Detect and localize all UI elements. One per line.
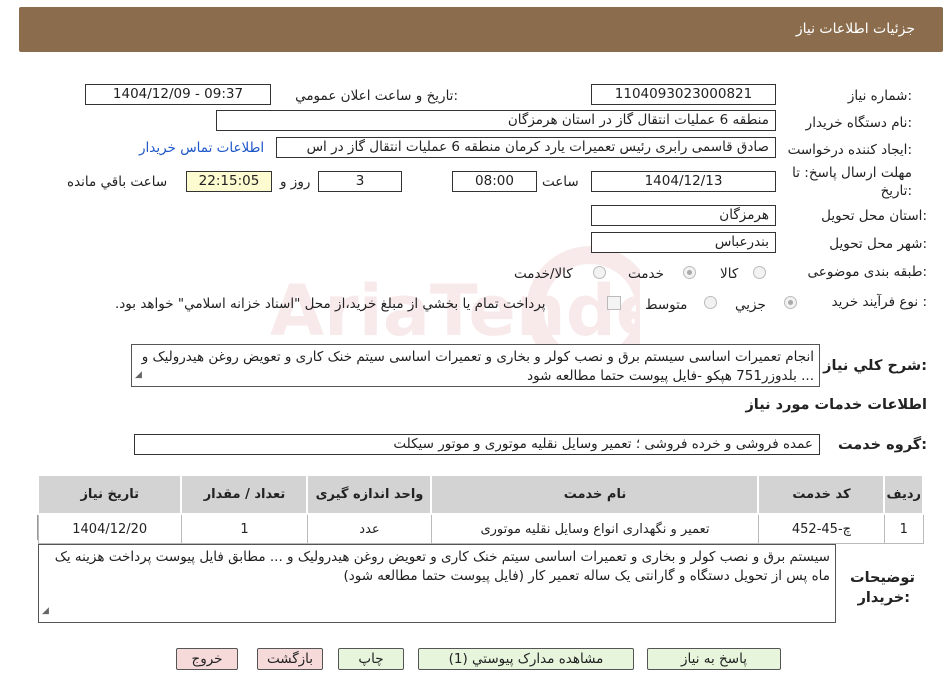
cell-unit: عدد bbox=[306, 513, 432, 544]
exit-button[interactable]: خروج bbox=[176, 648, 238, 670]
services-table: رديف كد خدمت نام خدمت واحد اندازه گيری ت… bbox=[36, 474, 924, 544]
days-field: 3 bbox=[318, 171, 402, 192]
summary-text: انجام تعمیرات اساسی سیستم برق و نصب کولر… bbox=[141, 349, 814, 384]
announce-datetime-label: تاریخ و ساعت اعلان عمومي: bbox=[295, 88, 458, 104]
buyer-notes-text: سیستم برق و نصب کولر و بخاری و تعمیرات ا… bbox=[54, 549, 830, 584]
col-row-number: رديف bbox=[883, 474, 924, 515]
province-field: هرمزگان bbox=[591, 205, 776, 226]
page-header: جزئیات اطلاعات نیاز bbox=[19, 7, 943, 52]
deadline-time-field: 08:00 bbox=[452, 171, 537, 192]
process-partial-radio[interactable] bbox=[784, 296, 797, 309]
requester-label: ايجاد كننده درخواست: bbox=[787, 142, 912, 158]
buyer-org-field: منطقه 6 عملیات انتقال گاز در استان هرمزگ… bbox=[216, 110, 776, 131]
need-number-field: 1104093023000821 bbox=[591, 84, 776, 105]
col-need-date: تاريخ نياز bbox=[36, 474, 183, 515]
resize-grip-icon[interactable]: ◢ bbox=[42, 602, 49, 621]
province-label: استان محل تحويل: bbox=[821, 208, 927, 224]
col-quantity: تعداد / مقدار bbox=[180, 474, 309, 515]
category-goods-label: كالا bbox=[720, 266, 739, 282]
category-service-label: خدمت bbox=[628, 266, 664, 282]
requester-field: صادق قاسمی رابری رئیس تعمیرات یارد کرمان… bbox=[276, 137, 776, 158]
category-service-radio[interactable] bbox=[683, 266, 696, 279]
cell-need-date: 1404/12/20 bbox=[37, 513, 182, 544]
respond-button[interactable]: پاسخ به نياز bbox=[647, 648, 781, 670]
category-label: طبقه بندی موضوعی: bbox=[807, 264, 927, 280]
col-service-name: نام خدمت bbox=[430, 474, 760, 515]
deadline-time-label: ساعت bbox=[542, 174, 579, 190]
days-and-label: روز و bbox=[280, 174, 311, 190]
col-service-code: كد خدمت bbox=[757, 474, 886, 515]
col-unit: واحد اندازه گيری bbox=[306, 474, 433, 515]
cell-row-number: 1 bbox=[883, 513, 924, 544]
page-title: جزئیات اطلاعات نیاز bbox=[795, 21, 915, 37]
announce-datetime-field: 1404/12/09 - 09:37 bbox=[85, 84, 271, 105]
buyer-notes-label: توضيحات خريدار: bbox=[850, 570, 915, 606]
table-header-row: رديف كد خدمت نام خدمت واحد اندازه گيری ت… bbox=[36, 474, 924, 515]
buyer-notes-textarea: سیستم برق و نصب کولر و بخاری و تعمیرات ا… bbox=[38, 544, 836, 623]
view-attachments-button[interactable]: مشاهده مدارک پيوستي (1) bbox=[418, 648, 634, 670]
summary-label: شرح كلي نياز: bbox=[823, 358, 927, 374]
print-button[interactable]: چاپ bbox=[338, 648, 404, 670]
treasury-checkbox[interactable] bbox=[607, 296, 621, 310]
remaining-time-label: ساعت باقي مانده bbox=[67, 174, 168, 190]
table-row: 1 چ-45-452 تعمیر و نگهداری انواع وسایل ن… bbox=[37, 513, 924, 544]
summary-textarea: انجام تعمیرات اساسی سیستم برق و نصب کولر… bbox=[131, 344, 820, 387]
buyer-contact-link[interactable]: اطلاعات تماس خريدار bbox=[139, 140, 264, 156]
process-partial-label: جزيي bbox=[735, 297, 766, 313]
service-group-label: گروه خدمت: bbox=[837, 437, 927, 453]
category-goods-service-label: كالا/خدمت bbox=[514, 266, 573, 282]
need-number-label: شماره نیاز: bbox=[847, 88, 912, 104]
city-label: شهر محل تحويل: bbox=[829, 236, 927, 252]
deadline-date-field: 1404/12/13 bbox=[591, 171, 776, 192]
process-medium-radio[interactable] bbox=[704, 296, 717, 309]
process-label: نوع فرآیند خرید : bbox=[831, 294, 927, 310]
service-group-field: عمده فروشی و خرده فروشی ؛ تعمیر وسایل نق… bbox=[134, 434, 820, 455]
cell-quantity: 1 bbox=[180, 513, 308, 544]
city-field: بندرعباس bbox=[591, 232, 776, 253]
resize-grip-icon[interactable]: ◢ bbox=[135, 366, 142, 385]
process-medium-label: متوسط bbox=[645, 297, 688, 313]
back-button[interactable]: بازگشت bbox=[257, 648, 323, 670]
cell-service-code: چ-45-452 bbox=[757, 513, 885, 544]
category-goods-radio[interactable] bbox=[753, 266, 766, 279]
treasury-note: پرداخت تمام يا بخشي از مبلغ خريد،از محل … bbox=[115, 296, 546, 312]
deadline-label: مهلت ارسال پاسخ: تا تاریخ: bbox=[792, 165, 912, 199]
remaining-time-field: 22:15:05 bbox=[186, 171, 272, 192]
category-goods-service-radio[interactable] bbox=[593, 266, 606, 279]
buyer-org-label: نام دستگاه خريدار: bbox=[805, 115, 912, 131]
cell-service-name: تعمیر و نگهداری انواع وسایل نقلیه موتوری bbox=[430, 513, 759, 544]
services-section-title: اطلاعات خدمات مورد نياز bbox=[745, 397, 927, 413]
